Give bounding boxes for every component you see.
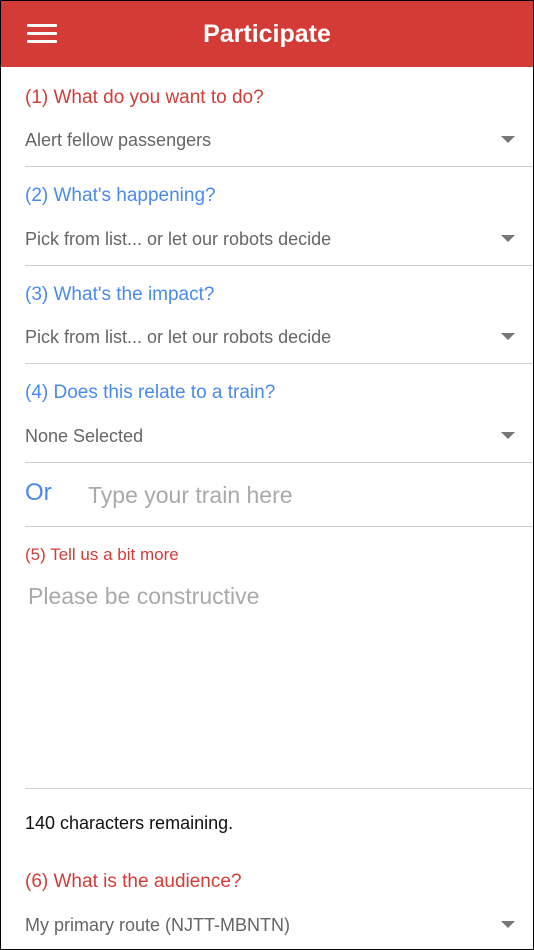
divider [25, 462, 533, 463]
question-3-select[interactable]: Pick from list... or let our robots deci… [25, 317, 533, 357]
chevron-down-icon [501, 235, 515, 242]
divider [25, 166, 533, 167]
divider [25, 526, 533, 527]
question-4-value: None Selected [25, 426, 144, 446]
or-label: Or [25, 479, 52, 506]
app-header: Participate [1, 1, 533, 67]
divider [25, 363, 533, 364]
page-title: Participate [203, 20, 331, 48]
audience-value: My primary route (NJTT-MBNTN) [25, 915, 290, 935]
chevron-down-icon [501, 432, 515, 439]
description-textarea[interactable] [25, 579, 525, 779]
train-input[interactable] [85, 475, 521, 515]
participate-screen: Participate (1) What do you want to do? … [0, 0, 534, 950]
divider [25, 265, 533, 266]
question-2-label: (2) What's happening? [25, 185, 216, 206]
question-4-select[interactable]: None Selected [25, 416, 533, 456]
question-2-value: Pick from list... or let our robots deci… [25, 229, 332, 249]
divider [25, 788, 533, 789]
question-6-label: (6) What is the audience? [25, 871, 242, 892]
question-5-label: (5) Tell us a bit more [25, 545, 179, 564]
question-1-label: (1) What do you want to do? [25, 87, 264, 108]
question-3-value: Pick from list... or let our robots deci… [25, 327, 332, 347]
audience-select[interactable]: My primary route (NJTT-MBNTN) [25, 905, 533, 945]
chevron-down-icon [501, 136, 515, 143]
question-1-select[interactable]: Alert fellow passengers [25, 120, 533, 160]
characters-remaining: 140 characters remaining. [25, 813, 234, 833]
question-3-label: (3) What's the impact? [25, 284, 215, 305]
chevron-down-icon [501, 333, 515, 340]
question-1-value: Alert fellow passengers [25, 130, 212, 150]
question-2-select[interactable]: Pick from list... or let our robots deci… [25, 219, 533, 259]
question-4-label: (4) Does this relate to a train? [25, 382, 276, 403]
chevron-down-icon [501, 921, 515, 928]
